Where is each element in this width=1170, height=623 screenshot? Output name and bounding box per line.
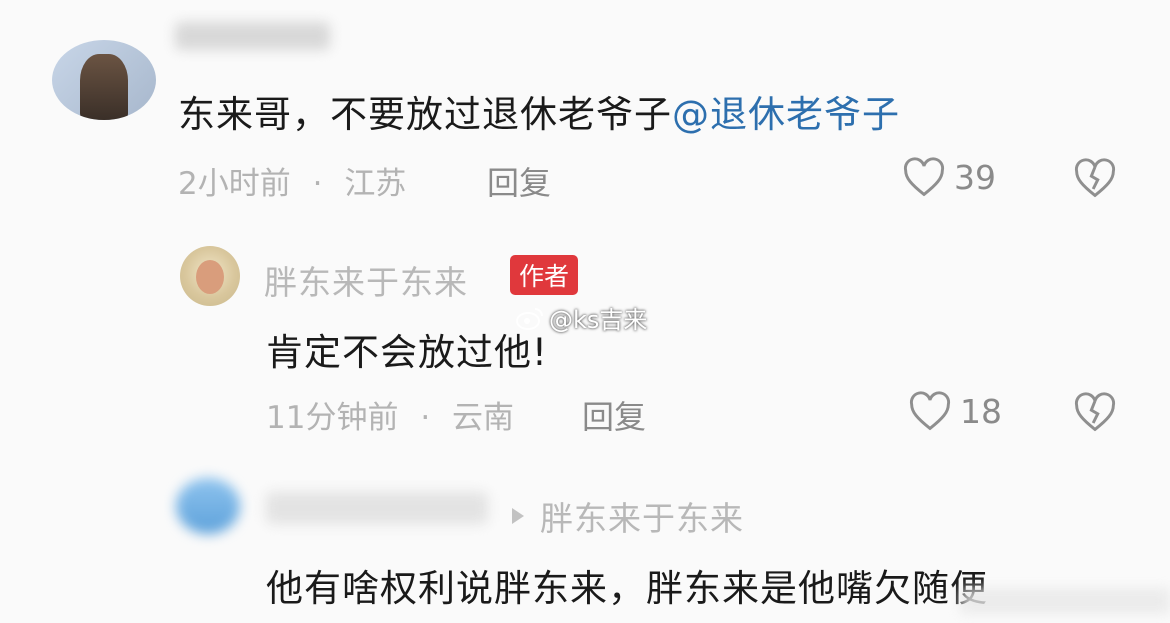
comment-location: 云南: [452, 400, 515, 436]
comment-location: 江苏: [344, 166, 407, 202]
reply-button[interactable]: 回复: [487, 158, 551, 204]
comment-time: 2小时前: [178, 166, 291, 202]
username-blurred: [175, 22, 330, 50]
username-blurred: [266, 492, 488, 524]
dislike-button[interactable]: [1073, 391, 1117, 433]
comment-body: 东来哥，不要放过退休老爷子: [178, 93, 672, 136]
meta-separator: ·: [420, 400, 431, 436]
comment-time: 11分钟前: [266, 400, 399, 436]
comment-meta: 11分钟前 · 云南: [266, 392, 514, 437]
reply-to-name[interactable]: 胖东来于东来: [540, 492, 744, 540]
author-avatar[interactable]: [180, 246, 240, 306]
like-count: 39: [954, 157, 996, 197]
avatar[interactable]: [176, 478, 240, 534]
dislike-button[interactable]: [1073, 157, 1117, 199]
heart-icon: [902, 156, 946, 198]
broken-heart-icon: [1073, 157, 1117, 199]
broken-heart-icon: [1073, 391, 1117, 433]
reply-to: 胖东来于东来: [510, 492, 744, 540]
author-name[interactable]: 胖东来于东来: [264, 256, 468, 304]
avatar[interactable]: [52, 40, 156, 120]
watermark-blurred: [960, 588, 1170, 614]
comment-text: 肯定不会放过他!: [266, 331, 548, 374]
author-badge: 作者: [510, 255, 579, 295]
like-button[interactable]: 18: [908, 390, 1002, 432]
mention-link[interactable]: @退休老爷子: [672, 93, 900, 136]
reply-button[interactable]: 回复: [582, 392, 646, 438]
watermark-text: @ks吉来: [549, 306, 648, 334]
meta-separator: ·: [312, 166, 323, 202]
triangle-right-icon: [510, 506, 526, 526]
comment-meta: 2小时前 · 江苏: [178, 158, 406, 203]
like-button[interactable]: 39: [902, 156, 996, 198]
comment-text: 东来哥，不要放过退休老爷子@退休老爷子: [178, 84, 900, 138]
comment-text: 他有啥权利说胖东来，胖东来是他嘴欠随便: [266, 567, 988, 610]
like-count: 18: [960, 391, 1002, 431]
heart-icon: [908, 390, 952, 432]
